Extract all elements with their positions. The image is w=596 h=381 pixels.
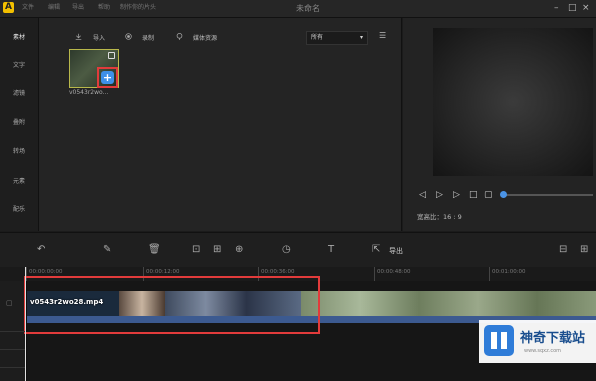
filter-select[interactable]: 所有 ▾ — [306, 31, 368, 45]
menu-help[interactable]: 帮助 — [98, 4, 110, 12]
sidebar-item-music[interactable]: 配乐 — [13, 204, 25, 213]
preview-panel: ◁ ▷ ▷ □ ▢ 宽高比：16 : 9 — [403, 18, 596, 231]
watermark: 神奇下载站 www.sqxz.com — [479, 320, 596, 363]
import-icon[interactable] — [75, 33, 82, 40]
clip-frame — [301, 291, 596, 316]
sidebar-item-filters[interactable]: 滤镜 — [13, 88, 25, 97]
add-to-timeline-button[interactable]: + — [101, 71, 114, 84]
prev-frame-icon[interactable]: ◁ — [419, 190, 426, 200]
speed-icon[interactable]: ◷ — [282, 244, 291, 256]
maximize-icon[interactable]: □ — [568, 3, 577, 13]
record-button[interactable]: 录制 — [142, 33, 154, 42]
export-button[interactable]: 导出 — [389, 246, 403, 256]
menu-export[interactable]: 导出 — [72, 4, 84, 12]
menu-file[interactable]: 文件 — [22, 4, 34, 12]
media-panel: 导入 录制 媒体资源 所有 ▾ ☰ + v0543r2wo... — [39, 18, 402, 231]
media-resources-button[interactable]: 媒体资源 — [193, 33, 217, 42]
chevron-down-icon: ▾ — [359, 34, 363, 41]
sidebar-item-text[interactable]: 文字 — [13, 60, 25, 69]
crop-icon[interactable]: ⊡ — [192, 244, 200, 256]
media-toolbar: 导入 录制 媒体资源 所有 ▾ ☰ — [39, 30, 401, 45]
watermark-url: www.sqxz.com — [524, 348, 562, 354]
divider — [0, 367, 26, 368]
sidebar: 素材 文字 滤镜 叠附 转场 元素 配乐 — [0, 18, 39, 231]
ruler-tick: 00:00:48:00 — [377, 269, 411, 275]
timeline-highlight-box — [24, 276, 320, 334]
sidebar-item-transitions[interactable]: 转场 — [13, 146, 25, 155]
record-icon[interactable] — [125, 33, 132, 40]
stop-icon[interactable]: □ — [469, 190, 478, 200]
list-view-icon[interactable]: ☰ — [379, 31, 386, 40]
zoom-icon[interactable]: ⊕ — [235, 244, 243, 256]
app-logo: A — [3, 2, 14, 13]
tick-line — [374, 267, 375, 281]
select-checkbox[interactable] — [108, 52, 115, 59]
sidebar-item-elements[interactable]: 元素 — [13, 176, 25, 185]
preview-progress-track[interactable] — [503, 194, 593, 196]
title-bar: A 文件 编辑 导出 帮助 制作你的片头 未命名 – □ × — [0, 0, 596, 18]
window-title: 未命名 — [296, 4, 320, 13]
media-clip-name: v0543r2wo... — [69, 89, 109, 96]
export-icon[interactable]: ⇱ — [372, 244, 380, 256]
fullscreen-icon[interactable]: ▢ — [484, 190, 493, 200]
filter-value: 所有 — [311, 34, 324, 41]
edit-toolbar: ↶ ✎ 🗑 ⊡ ⊞ ⊕ ◷ T ⇱ 导出 ⊟ ⊞ — [0, 232, 596, 268]
ruler-tick: 00:01:00:00 — [492, 269, 526, 275]
ruler-tick: 00:00:12:00 — [146, 269, 180, 275]
watermark-logo-icon — [484, 325, 514, 356]
close-icon[interactable]: × — [582, 3, 590, 13]
minimize-icon[interactable]: – — [554, 3, 559, 13]
divider — [0, 349, 26, 350]
tick-line — [489, 267, 490, 281]
track-lock-icon[interactable]: ▢ — [6, 299, 13, 307]
ruler-tick: 00:00:36:00 — [261, 269, 295, 275]
divider — [0, 331, 26, 332]
delete-icon[interactable]: 🗑 — [148, 244, 161, 256]
playhead[interactable] — [25, 267, 26, 381]
menu-edit[interactable]: 编辑 — [48, 4, 60, 12]
text-edit-icon[interactable]: T — [328, 244, 334, 256]
zoom-in-icon[interactable]: ⊞ — [580, 244, 588, 256]
watermark-title: 神奇下载站 — [520, 331, 586, 346]
ruler-tick: 00:00:00:00 — [29, 269, 63, 275]
sidebar-item-media[interactable]: 素材 — [13, 32, 25, 41]
menu-intro[interactable]: 制作你的片头 — [120, 4, 156, 12]
zoom-out-icon[interactable]: ⊟ — [559, 244, 567, 256]
sidebar-item-overlay[interactable]: 叠附 — [13, 117, 25, 126]
import-button[interactable]: 导入 — [93, 33, 105, 42]
preview-screen — [433, 28, 593, 176]
edit-pen-icon[interactable]: ✎ — [103, 244, 111, 256]
download-icon[interactable] — [176, 33, 183, 40]
next-frame-icon[interactable]: ▷ — [453, 190, 460, 200]
play-icon[interactable]: ▷ — [436, 190, 443, 200]
aspect-ratio[interactable]: 宽高比：16 : 9 — [417, 211, 462, 221]
preview-progress-knob[interactable] — [500, 191, 507, 198]
undo-icon[interactable]: ↶ — [37, 244, 45, 256]
mosaic-icon[interactable]: ⊞ — [213, 244, 221, 256]
